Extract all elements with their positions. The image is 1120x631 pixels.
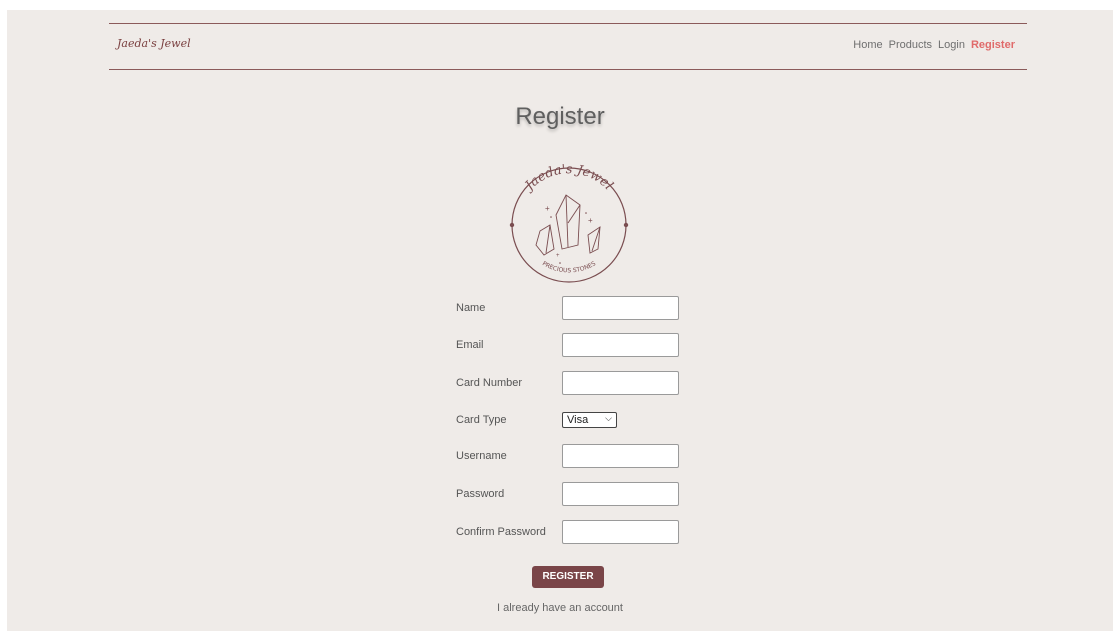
sparkle-icons: + + + [545,204,593,264]
email-input[interactable] [562,333,679,357]
navbar: Jaeda's Jewel Home Products Login Regist… [109,23,1027,70]
form-row-email: Email [456,333,696,359]
card-number-input[interactable] [562,371,679,395]
name-input[interactable] [562,296,679,320]
card-number-label: Card Number [456,377,523,389]
logo-dot-right [623,222,629,228]
page-title: Register [515,103,605,130]
svg-text:+: + [556,253,560,259]
page-background: Jaeda's Jewel Home Products Login Regist… [7,10,1113,631]
chevron-down-icon: ⌵ [605,413,612,423]
card-type-label: Card Type [456,414,507,426]
username-label: Username [456,450,507,462]
form-row-card-number: Card Number [456,371,696,397]
svg-text:+: + [545,204,550,213]
jewel-logo: Jaeda's Jewel PRECIOUS STONES + + + [509,162,629,283]
email-label: Email [456,339,484,351]
nav-links: Home Products Login Register [853,39,1015,51]
logo-bottom-text: PRECIOUS STONES [541,260,597,274]
svg-text:+: + [588,216,593,225]
logo-dot-left [509,222,515,228]
password-label: Password [456,488,505,500]
confirm-password-input[interactable] [562,520,679,544]
card-type-select[interactable]: Visa ⌵ [562,412,617,428]
username-input[interactable] [562,444,679,468]
register-button[interactable]: REGISTER [532,566,604,588]
password-input[interactable] [562,482,679,506]
card-type-value: Visa [567,414,589,426]
form-row-password: Password [456,482,696,508]
form-row-name: Name [456,296,696,322]
name-label: Name [456,302,486,314]
nav-link-home[interactable]: Home [853,39,882,51]
nav-link-products[interactable]: Products [889,39,932,51]
confirm-password-label: Confirm Password [456,526,546,538]
nav-link-login[interactable]: Login [938,39,965,51]
form-row-card-type: Card Type Visa ⌵ [456,408,696,434]
brand-logo-text[interactable]: Jaeda's Jewel [117,37,191,50]
nav-link-register[interactable]: Register [971,39,1015,51]
form-row-confirm-password: Confirm Password [456,520,696,546]
logo-top-text: Jaeda's Jewel [520,162,615,195]
already-have-account-link[interactable]: I already have an account [7,602,1113,614]
form-row-username: Username [456,444,696,470]
